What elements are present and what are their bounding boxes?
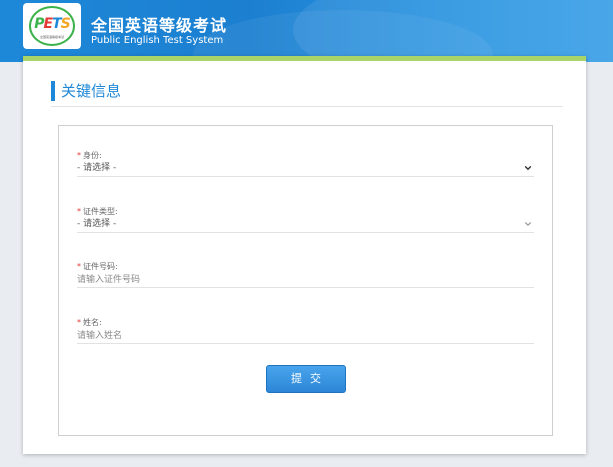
id-type-select[interactable]: - 请选择 - [77, 217, 534, 233]
required-mark: * [77, 207, 81, 216]
identity-select-value: - 请选择 - [77, 163, 117, 173]
name-input[interactable] [77, 328, 534, 343]
site-title: 全国英语等级考试 [91, 16, 228, 35]
id-type-label: * 证件类型: [77, 206, 534, 217]
logo-subtitle: 全国英语等级考试 [39, 35, 64, 39]
name-label-text: 姓名: [83, 318, 102, 327]
id-type-field: * 证件类型: - 请选择 - [77, 206, 534, 233]
required-mark: * [77, 318, 81, 327]
id-number-field: * 证件号码: [77, 261, 534, 288]
id-number-label: * 证件号码: [77, 261, 534, 272]
identity-label: * 身份: [77, 150, 534, 161]
identity-select[interactable]: - 请选择 - [77, 161, 534, 177]
submit-button[interactable]: 提交 [266, 365, 346, 393]
id-type-label-text: 证件类型: [83, 207, 118, 216]
name-field: * 姓名: [77, 317, 534, 344]
identity-label-text: 身份: [83, 151, 102, 160]
site-subtitle: Public English Test System [91, 35, 224, 46]
id-number-label-text: 证件号码: [83, 262, 118, 271]
id-number-input[interactable] [77, 272, 534, 287]
content-panel: 关键信息 * 身份: - 请选择 - * 证件类型: - 请选择 - * 证件号… [23, 56, 586, 454]
id-type-select-value: - 请选择 - [77, 219, 117, 229]
name-control [77, 328, 534, 344]
name-label: * 姓名: [77, 317, 534, 328]
logo-mark: PETS [34, 16, 71, 32]
section-title: 关键信息 [51, 81, 121, 101]
id-number-control [77, 272, 534, 288]
section-divider [51, 106, 563, 107]
pets-logo: PETS 全国英语等级考试 [23, 3, 81, 49]
page-header: PETS 全国英语等级考试 全国英语等级考试 Public English Te… [0, 0, 613, 62]
key-info-form: * 身份: - 请选择 - * 证件类型: - 请选择 - * 证件号码: 请输… [58, 125, 553, 436]
identity-field: * 身份: - 请选择 - [77, 150, 534, 177]
chevron-down-icon [524, 165, 532, 171]
required-mark: * [77, 151, 81, 160]
required-mark: * [77, 262, 81, 271]
chevron-down-icon [524, 221, 532, 227]
